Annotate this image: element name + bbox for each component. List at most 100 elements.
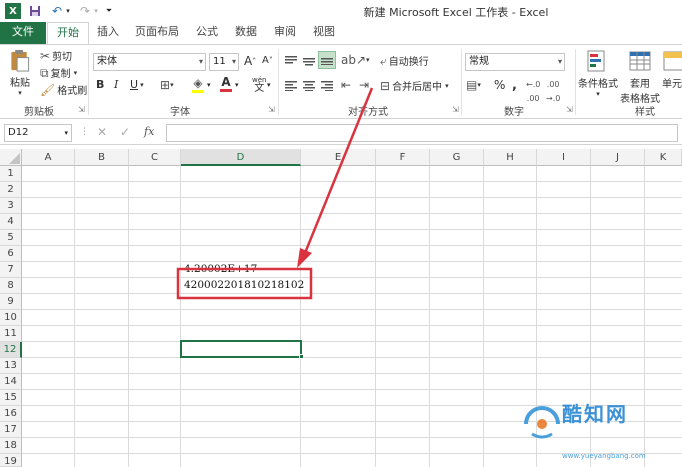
row-header-18[interactable]: 18 <box>0 438 22 454</box>
tab-home[interactable]: 开始 <box>47 22 89 45</box>
row-header-1[interactable]: 1 <box>0 166 22 182</box>
number-format-select[interactable]: 常规 ▾ <box>465 53 565 71</box>
copy-button[interactable]: ⧉ 复制 ▾ <box>40 65 78 81</box>
column-header-d[interactable]: D <box>181 149 301 166</box>
underline-button[interactable]: U ▾ <box>130 78 144 91</box>
wrap-text-label: 自动换行 <box>388 57 429 68</box>
percent-button[interactable]: % <box>494 78 505 92</box>
number-launcher-icon[interactable]: ⇲ <box>566 105 573 114</box>
paste-dropdown-icon[interactable]: ▾ <box>18 89 22 97</box>
tab-view[interactable]: 视图 <box>307 22 341 44</box>
clipboard-group-label: 剪贴板 <box>24 107 54 118</box>
column-header-k[interactable]: K <box>645 149 682 166</box>
format-as-table-icon <box>629 51 651 71</box>
tab-review[interactable]: 审阅 <box>268 22 302 44</box>
merge-center-button[interactable]: ⊟ 合并后居中 ▾ <box>380 78 449 94</box>
font-color-dropdown-icon[interactable]: ▾ <box>235 81 239 89</box>
row-header-6[interactable]: 6 <box>0 246 22 262</box>
row-header-2[interactable]: 2 <box>0 182 22 198</box>
italic-button[interactable]: I <box>114 78 118 91</box>
tab-data[interactable]: 数据 <box>229 22 263 44</box>
column-header-e[interactable]: E <box>301 149 376 166</box>
column-header-h[interactable]: H <box>484 149 537 166</box>
row-header-3[interactable]: 3 <box>0 198 22 214</box>
confirm-entry-icon[interactable]: ✓ <box>120 125 130 139</box>
align-center-button[interactable] <box>301 78 317 94</box>
formula-input[interactable] <box>166 124 678 142</box>
row-header-10[interactable]: 10 <box>0 310 22 326</box>
wrap-text-button[interactable]: ⤶ 自动换行 <box>380 53 429 69</box>
column-header-a[interactable]: A <box>22 149 75 166</box>
format-painter-button[interactable]: 🖌 格式刷 <box>40 82 87 98</box>
column-header-c[interactable]: C <box>129 149 181 166</box>
cell-d7-value[interactable]: 4.20002E+17 <box>184 263 257 275</box>
paste-button[interactable]: 粘贴 ▾ <box>6 49 34 97</box>
tab-formulas[interactable]: 公式 <box>190 22 224 44</box>
row-header-12[interactable]: 12 <box>0 342 22 358</box>
row-header-5[interactable]: 5 <box>0 230 22 246</box>
row-header-8[interactable]: 8 <box>0 278 22 294</box>
row-header-4[interactable]: 4 <box>0 214 22 230</box>
column-header-g[interactable]: G <box>430 149 484 166</box>
row-header-11[interactable]: 11 <box>0 326 22 342</box>
row-header-14[interactable]: 14 <box>0 374 22 390</box>
cut-button[interactable]: ✂ 剪切 <box>40 48 72 64</box>
orientation-button[interactable]: ab↗ ▾ <box>341 53 370 67</box>
phonetic-dropdown-icon[interactable]: ▾ <box>267 81 271 89</box>
insert-function-button[interactable]: fx <box>144 125 154 138</box>
column-header-j[interactable]: J <box>591 149 645 166</box>
decrease-decimal-button[interactable]: .00 →.0 <box>546 78 560 106</box>
bold-button[interactable]: B <box>96 78 104 91</box>
tab-insert[interactable]: 插入 <box>91 22 125 44</box>
align-left-button[interactable] <box>283 78 299 94</box>
cancel-entry-icon[interactable]: ✕ <box>97 125 107 139</box>
column-header-f[interactable]: F <box>376 149 430 166</box>
grow-font-button[interactable]: A ˄ <box>244 54 256 68</box>
borders-button[interactable]: ⊞ ▾ <box>160 78 174 92</box>
tab-page-layout[interactable]: 页面布局 <box>129 22 185 44</box>
format-as-table-button[interactable]: 套用 表格格式 <box>620 49 660 105</box>
row-header-19[interactable]: 19 <box>0 454 22 467</box>
increase-decimal-button[interactable]: ←.0.00 <box>526 78 540 106</box>
align-bottom-button[interactable] <box>318 51 336 69</box>
alignment-launcher-icon[interactable]: ⇲ <box>452 105 459 114</box>
grid-row-line <box>22 341 682 342</box>
align-middle-button[interactable] <box>301 53 317 69</box>
accounting-format-button[interactable]: ▤ ▾ <box>466 78 481 92</box>
increase-indent-button[interactable]: ⇥ <box>359 78 369 92</box>
font-launcher-icon[interactable]: ⇲ <box>268 105 275 114</box>
font-size-select[interactable]: 11 ▾ <box>209 53 239 71</box>
tab-file[interactable]: 文件 <box>0 22 46 44</box>
name-box[interactable]: D12 ▾ <box>4 124 72 142</box>
clipboard-launcher-icon[interactable]: ⇲ <box>78 105 85 114</box>
column-header-i[interactable]: I <box>537 149 591 166</box>
cell-styles-button[interactable]: 单元 <box>662 49 682 90</box>
font-color-button[interactable]: A <box>220 76 232 92</box>
shrink-font-button[interactable]: A ˅ <box>262 55 273 66</box>
cell-d8-value[interactable]: 420002201810218102 <box>184 279 304 291</box>
formula-bar-drag-handle[interactable]: ⋮ <box>80 127 89 137</box>
conditional-formatting-button[interactable]: 条件格式 ▾ <box>578 49 618 98</box>
column-header-b[interactable]: B <box>75 149 129 166</box>
select-all-corner[interactable] <box>0 149 22 166</box>
copy-dropdown-icon[interactable]: ▾ <box>74 69 78 77</box>
bold-label: B <box>96 78 105 91</box>
align-right-button[interactable] <box>319 78 335 94</box>
row-header-7[interactable]: 7 <box>0 262 22 278</box>
fill-color-button[interactable]: ◈ <box>192 76 204 93</box>
phonetic-button[interactable]: wén 文 <box>252 77 266 94</box>
row-header-16[interactable]: 16 <box>0 406 22 422</box>
row-header-17[interactable]: 17 <box>0 422 22 438</box>
row-header-13[interactable]: 13 <box>0 358 22 374</box>
font-name-select[interactable]: 宋体 ▾ <box>93 53 206 71</box>
fill-handle[interactable] <box>299 354 304 359</box>
comma-button[interactable]: , <box>512 78 517 93</box>
percent-label: % <box>494 78 506 92</box>
row-header-9[interactable]: 9 <box>0 294 22 310</box>
fill-color-dropdown-icon[interactable]: ▾ <box>207 81 211 89</box>
align-top-button[interactable] <box>283 53 299 69</box>
font-size-value: 11 <box>213 56 226 67</box>
row-header-15[interactable]: 15 <box>0 390 22 406</box>
decrease-indent-button[interactable]: ⇤ <box>341 78 351 92</box>
active-cell-d12[interactable] <box>180 340 302 358</box>
